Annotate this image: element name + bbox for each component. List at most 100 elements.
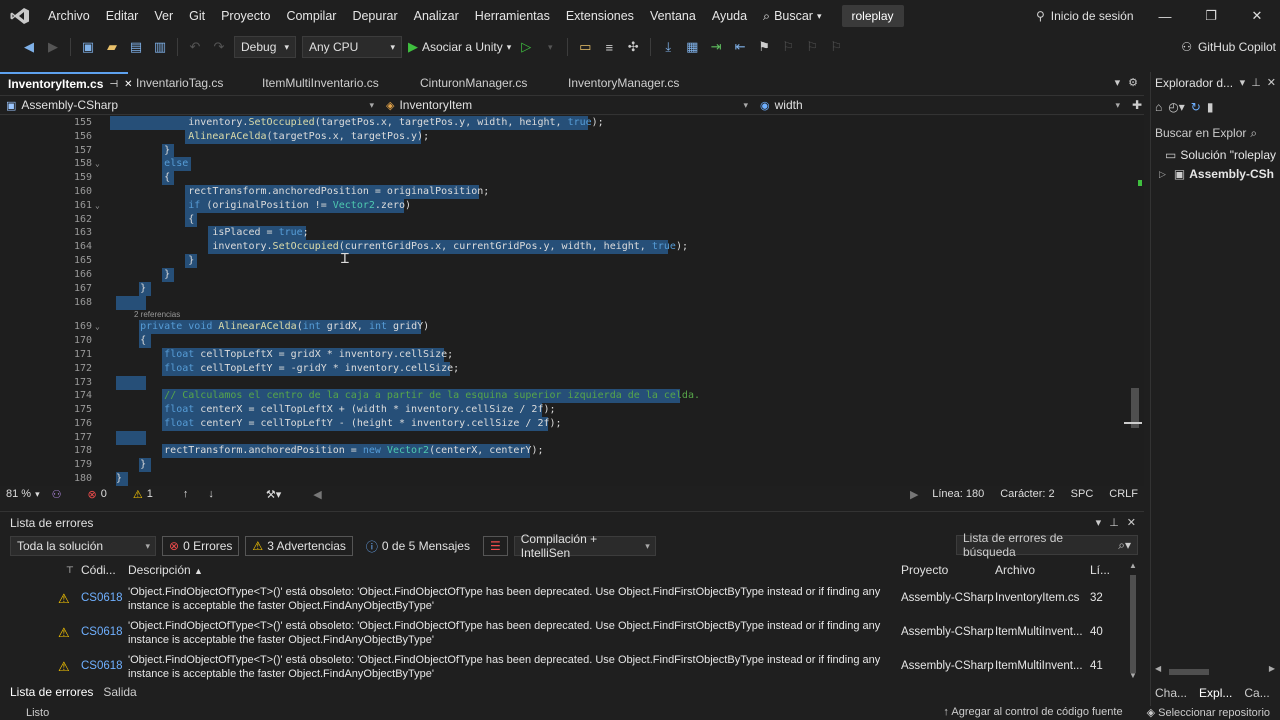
code-line[interactable]: 169 ⌄ private void AlinearACelda(int grid… — [0, 320, 1128, 334]
fold-toggle-icon[interactable]: ⌄ — [95, 199, 100, 213]
code-line[interactable]: 178 rectTransform.anchoredPosition = new… — [0, 444, 1128, 458]
next-issue-icon[interactable]: ↓ — [202, 488, 220, 500]
editor-tab[interactable]: InventoryItem.cs ⊣ ✕ — [0, 72, 132, 94]
select-repo-button[interactable]: ◈ Seleccionar repositorio — [1147, 706, 1270, 719]
menu-item[interactable]: Analizar — [406, 0, 467, 32]
prev-issue-icon[interactable]: ↑ — [177, 488, 195, 500]
menu-item[interactable]: Editar — [98, 0, 147, 32]
column-file[interactable]: Archivo — [995, 561, 1035, 579]
editor-tab[interactable]: InventarioTag.cs — [128, 72, 254, 94]
tab-explorer[interactable]: Expl... — [1199, 686, 1232, 700]
column-code[interactable]: Códi... — [81, 561, 116, 579]
layout-icon[interactable]: ▦ — [683, 38, 701, 56]
copilot-status-icon[interactable]: ⚇ — [46, 488, 68, 501]
attach-unity-button[interactable]: ▶ Asociar a Unity ▾ — [408, 39, 511, 55]
warnings-filter-button[interactable]: ⚠ 3 Advertencias — [245, 536, 353, 556]
pin-icon[interactable]: ⊥ — [1251, 76, 1261, 89]
redo-icon[interactable]: ↷ — [210, 38, 228, 56]
close-panel-icon[interactable]: ✕ — [1127, 516, 1136, 529]
build-filter-select[interactable]: Compilación + IntelliSen ▾ — [513, 532, 656, 560]
filter-toggle-button[interactable]: ☰ — [482, 536, 508, 556]
sync-icon[interactable]: ↻ — [1191, 100, 1201, 114]
editor-tab[interactable]: InventoryManager.cs — [560, 72, 710, 94]
scroll-left-icon[interactable]: ◀ — [307, 488, 327, 501]
browser-link-icon[interactable]: ▭ — [576, 38, 594, 56]
line-ending[interactable]: CRLF — [1109, 488, 1138, 500]
solution-name-badge[interactable]: roleplay — [841, 5, 904, 27]
code-line[interactable]: 163 isPlaced = true; — [0, 226, 1128, 240]
code-line[interactable]: 170 { — [0, 334, 1128, 348]
tab-list-dropdown-icon[interactable]: ▾ — [1115, 76, 1121, 89]
format-icon[interactable]: ≡ — [600, 38, 618, 56]
error-list-row[interactable]: ⚠ CS0618 'Object.FindObjectOfType<T>()' es… — [0, 650, 1126, 684]
errors-filter-button[interactable]: ⊗ 0 Errores — [162, 536, 240, 556]
messages-filter-button[interactable]: ⓘ 0 de 5 Mensajes — [359, 536, 477, 556]
code-line[interactable]: 158 ⌄ else — [0, 157, 1128, 171]
history-icon[interactable]: ◴▾ — [1168, 100, 1185, 114]
platform-select[interactable]: Any CPU ▾ — [302, 36, 402, 58]
error-code-link[interactable]: CS0618 — [81, 592, 123, 604]
split-add-icon[interactable]: ✚ — [1132, 98, 1142, 112]
fold-toggle-icon[interactable]: ⌄ — [95, 320, 100, 334]
project-select[interactable]: ▣ Assembly-CSharp ▾ — [0, 96, 380, 114]
visual-studio-logo-icon[interactable] — [0, 0, 40, 32]
error-list-row[interactable]: ⚠ CS0618 'Object.FindObjectOfType<T>()' es… — [0, 582, 1126, 616]
close-window-icon[interactable]: ✕ — [1234, 0, 1280, 32]
hscroll-thumb[interactable] — [1169, 669, 1209, 675]
column-line[interactable]: Lí... — [1090, 561, 1110, 579]
expand-arrow-icon[interactable]: ▷ — [1159, 169, 1166, 180]
scroll-left-icon[interactable]: ◀ — [1155, 664, 1161, 673]
code-line[interactable]: 177 — [0, 431, 1128, 445]
code-line[interactable]: 161 ⌄ if (originalPosition != Vector2.zer… — [0, 199, 1128, 213]
solution-search-input[interactable]: Buscar en Explor ⌕ — [1155, 124, 1277, 142]
tab-error-list[interactable]: Lista de errores — [10, 685, 93, 699]
code-line[interactable]: 168 — [0, 296, 1128, 310]
step-icon[interactable]: ⤓ — [659, 38, 677, 56]
project-tree-item[interactable]: ▷ ▣ Assembly-CSh — [1159, 167, 1274, 181]
code-line[interactable]: 160 rectTransform.anchoredPosition = ori… — [0, 185, 1128, 199]
solution-tree-item[interactable]: ▭ Solución "roleplay — [1165, 148, 1276, 162]
restore-icon[interactable]: ❐ — [1188, 0, 1234, 32]
start-without-debug-icon[interactable]: ▷ — [517, 38, 535, 56]
indent-icon[interactable]: ⇥ — [707, 38, 725, 56]
scope-select[interactable]: Toda la solución ▾ — [10, 536, 156, 556]
editor-tab[interactable]: ItemMultiInventario.cs — [254, 72, 412, 94]
menu-item[interactable]: Compilar — [278, 0, 344, 32]
code-line[interactable]: 167 } — [0, 282, 1128, 296]
menu-item[interactable]: Git — [181, 0, 213, 32]
forward-icon[interactable]: ▶ — [44, 38, 62, 56]
clear-bookmarks-icon[interactable]: ⚐ — [827, 38, 845, 56]
zoom-level[interactable]: 81 % ▾ — [0, 488, 46, 500]
menu-item[interactable]: Depurar — [344, 0, 405, 32]
outdent-icon[interactable]: ⇤ — [731, 38, 749, 56]
tab-output[interactable]: Salida — [103, 685, 136, 699]
pin-tab-icon[interactable]: ⊣ — [109, 79, 118, 90]
reference-count-hint[interactable]: 2 referencias — [134, 310, 180, 319]
error-list-scroll-thumb[interactable] — [1130, 575, 1136, 673]
code-line[interactable]: 171 float cellTopLeftX = gridX * invento… — [0, 348, 1128, 362]
error-count[interactable]: ⊗ 0 — [81, 488, 112, 501]
panel-dropdown-icon[interactable]: ▾ — [1240, 76, 1246, 89]
save-all-icon[interactable]: ▥ — [151, 38, 169, 56]
more-icon[interactable]: ▮ — [1207, 100, 1214, 114]
menu-item[interactable]: Ventana — [642, 0, 704, 32]
config-select[interactable]: Debug ▾ — [234, 36, 296, 58]
add-source-control-button[interactable]: ↑ Agregar al control de código fuente — [943, 706, 1122, 719]
dropdown-icon[interactable]: ▾ — [541, 38, 559, 56]
minimize-icon[interactable]: — — [1142, 0, 1188, 32]
home-icon[interactable]: ⌂ — [1155, 100, 1162, 114]
error-code-link[interactable]: CS0618 — [81, 626, 123, 638]
scroll-right-icon[interactable]: ▶ — [1269, 664, 1275, 673]
editor-tab[interactable]: CinturonManager.cs — [412, 72, 560, 94]
open-folder-icon[interactable]: ▰ — [103, 38, 121, 56]
scroll-right-icon[interactable]: ▶ — [904, 488, 924, 501]
code-line[interactable]: 180} — [0, 472, 1128, 486]
warning-count[interactable]: ⚠ 1 — [127, 488, 159, 501]
error-code-link[interactable]: CS0618 — [81, 660, 123, 672]
settings-gear-icon[interactable]: ⚙ — [1128, 76, 1138, 89]
solution-explorer-hscroll[interactable]: ◀ ▶ — [1155, 664, 1275, 676]
debug-tools-icon[interactable]: ✣ — [624, 38, 642, 56]
code-line[interactable]: 157 } — [0, 144, 1128, 158]
new-project-icon[interactable]: ▣ — [79, 38, 97, 56]
code-line[interactable]: 159 { — [0, 171, 1128, 185]
